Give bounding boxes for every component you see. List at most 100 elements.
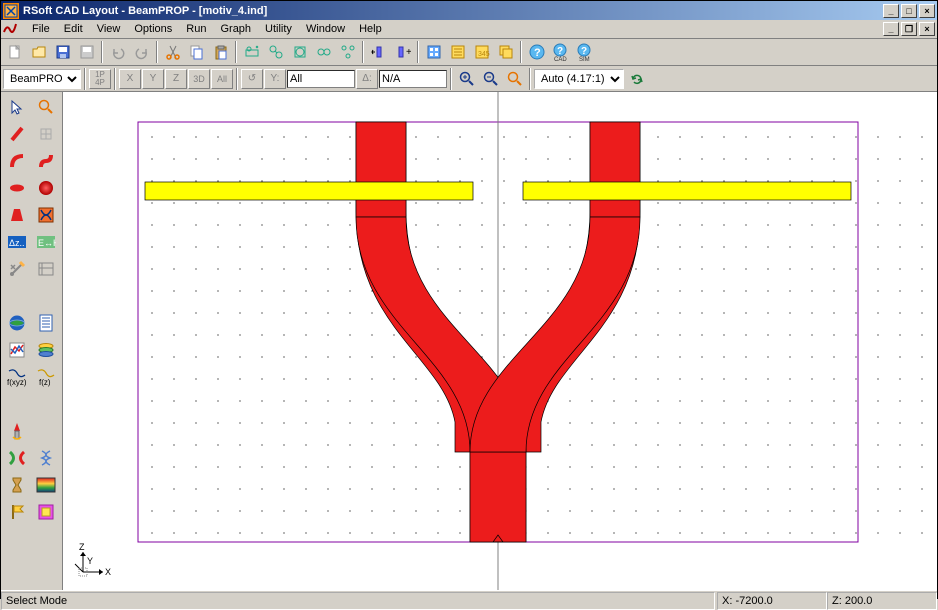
delta-z-tool-icon[interactable]: Δz.. xyxy=(3,229,30,254)
zoom-select[interactable]: Auto (4.17:1) xyxy=(534,69,624,89)
green-tool2-icon[interactable] xyxy=(264,41,287,63)
svg-text:E↔H: E↔H xyxy=(38,238,56,248)
run-tool-icon[interactable] xyxy=(3,418,30,443)
right-electrode[interactable] xyxy=(523,182,851,200)
lattice-tool-icon[interactable] xyxy=(32,202,59,227)
save-icon[interactable] xyxy=(51,41,74,63)
svg-text:345: 345 xyxy=(478,51,490,58)
copy-icon[interactable] xyxy=(185,41,208,63)
left-electrode[interactable] xyxy=(145,182,473,200)
zoom-out-icon[interactable] xyxy=(479,68,502,90)
rotate-left-button[interactable]: ↺ xyxy=(241,69,263,89)
delta-button[interactable]: Δ: xyxy=(356,69,378,89)
paste-icon[interactable] xyxy=(209,41,232,63)
graph-tool-icon[interactable] xyxy=(3,337,30,362)
fz-tool-icon[interactable]: f(z) xyxy=(32,364,59,389)
index-add-icon[interactable]: + xyxy=(391,41,414,63)
sim-icon[interactable]: ?SIM xyxy=(573,41,596,63)
all-button[interactable]: All xyxy=(211,69,233,89)
menu-window[interactable]: Window xyxy=(299,21,352,37)
eh-tool-icon[interactable]: E↔H xyxy=(32,229,59,254)
close-button[interactable]: × xyxy=(919,4,935,18)
cad-icon[interactable]: ?CAD xyxy=(549,41,572,63)
matrix-icon[interactable] xyxy=(422,41,445,63)
svg-text:CAD: CAD xyxy=(554,57,567,61)
edge-tool-icon[interactable] xyxy=(32,256,59,281)
coupler-tool-icon[interactable] xyxy=(3,445,30,470)
purple-tool-icon[interactable] xyxy=(32,499,59,524)
help-icon[interactable]: ? xyxy=(525,41,548,63)
zoom-in-icon[interactable] xyxy=(455,68,478,90)
settings-tool-icon[interactable] xyxy=(3,256,30,281)
dna-tool-icon[interactable] xyxy=(32,445,59,470)
pointer-tool-icon[interactable] xyxy=(3,94,30,119)
main-toolbar: + 345 ? ?CAD ?SIM xyxy=(1,39,937,66)
timer-tool-icon[interactable] xyxy=(3,472,30,497)
zoom-reset-icon[interactable] xyxy=(503,68,526,90)
delta-input[interactable] xyxy=(379,70,447,88)
menu-edit[interactable]: Edit xyxy=(57,21,90,37)
gradient-tool-icon[interactable] xyxy=(32,472,59,497)
statusbar: Select Mode X: -7200.0 Z: 200.0 xyxy=(1,590,937,610)
y-axis-button[interactable]: Y xyxy=(142,69,164,89)
list1-icon[interactable] xyxy=(446,41,469,63)
green-tool5-icon[interactable] xyxy=(336,41,359,63)
cut-icon[interactable] xyxy=(161,41,184,63)
open-file-icon[interactable] xyxy=(27,41,50,63)
right-arm-top[interactable] xyxy=(590,122,640,217)
mesh-tool-icon[interactable] xyxy=(32,121,59,146)
redo-icon[interactable] xyxy=(130,41,153,63)
lens-2d-tool-icon[interactable] xyxy=(3,175,30,200)
mdi-close-button[interactable]: × xyxy=(919,22,935,36)
lens-3d-tool-icon[interactable] xyxy=(32,175,59,200)
waveguide-trunk[interactable] xyxy=(470,447,526,542)
menu-help[interactable]: Help xyxy=(352,21,389,37)
report-tool-icon[interactable] xyxy=(32,310,59,335)
green-tool4-icon[interactable] xyxy=(312,41,335,63)
mdi-minimize-button[interactable]: _ xyxy=(883,22,899,36)
3d-button[interactable]: 3D xyxy=(188,69,210,89)
menu-view[interactable]: View xyxy=(90,21,128,37)
green-tool1-icon[interactable] xyxy=(240,41,263,63)
mdi-restore-button[interactable]: ❐ xyxy=(901,22,917,36)
index-left-icon[interactable] xyxy=(367,41,390,63)
menu-file[interactable]: File xyxy=(25,21,57,37)
refresh-icon[interactable] xyxy=(625,68,648,90)
secondary-toolbar: BeamPROP 1P4P X Y Z 3D All ↺ Y: Δ: Auto … xyxy=(1,66,937,92)
svg-text:X: X xyxy=(105,567,111,577)
menu-run[interactable]: Run xyxy=(179,21,213,37)
svg-text:f(z): f(z) xyxy=(39,378,51,387)
all-input[interactable] xyxy=(287,70,355,88)
sbend-tool-icon[interactable] xyxy=(32,148,59,173)
taper-tool-icon[interactable] xyxy=(3,202,30,227)
list2-icon[interactable]: 345 xyxy=(470,41,493,63)
zoom-tool-icon[interactable] xyxy=(32,94,59,119)
green-tool3-icon[interactable] xyxy=(288,41,311,63)
z-axis-button[interactable]: Z xyxy=(165,69,187,89)
window-title: RSoft CAD Layout - BeamPROP - [motiv_4.i… xyxy=(23,5,883,17)
x-axis-button[interactable]: X xyxy=(119,69,141,89)
saveas-icon[interactable] xyxy=(75,41,98,63)
maximize-button[interactable]: □ xyxy=(901,4,917,18)
fxyz-tool-icon[interactable]: f(xyz) xyxy=(3,364,30,389)
1p-button[interactable]: 1P4P xyxy=(89,69,111,89)
cascade-icon[interactable] xyxy=(494,41,517,63)
new-file-icon[interactable] xyxy=(3,41,26,63)
doc-icon[interactable] xyxy=(3,22,19,36)
arc-tool-icon[interactable] xyxy=(3,148,30,173)
drawing-canvas[interactable]: X Z Y xyxy=(63,92,937,590)
segment-tool-icon[interactable] xyxy=(3,121,30,146)
minimize-button[interactable]: _ xyxy=(883,4,899,18)
status-mode: Select Mode xyxy=(1,592,715,610)
flag-tool-icon[interactable] xyxy=(3,499,30,524)
menu-graph[interactable]: Graph xyxy=(213,21,258,37)
menu-options[interactable]: Options xyxy=(127,21,179,37)
menu-utility[interactable]: Utility xyxy=(258,21,299,37)
layers-tool-icon[interactable] xyxy=(32,337,59,362)
globe-tool-icon[interactable] xyxy=(3,310,30,335)
solver-select[interactable]: BeamPROP xyxy=(3,69,81,89)
svg-text:Y: Y xyxy=(87,556,93,566)
left-arm-top[interactable] xyxy=(356,122,406,217)
undo-icon[interactable] xyxy=(106,41,129,63)
y-label-button[interactable]: Y: xyxy=(264,69,286,89)
